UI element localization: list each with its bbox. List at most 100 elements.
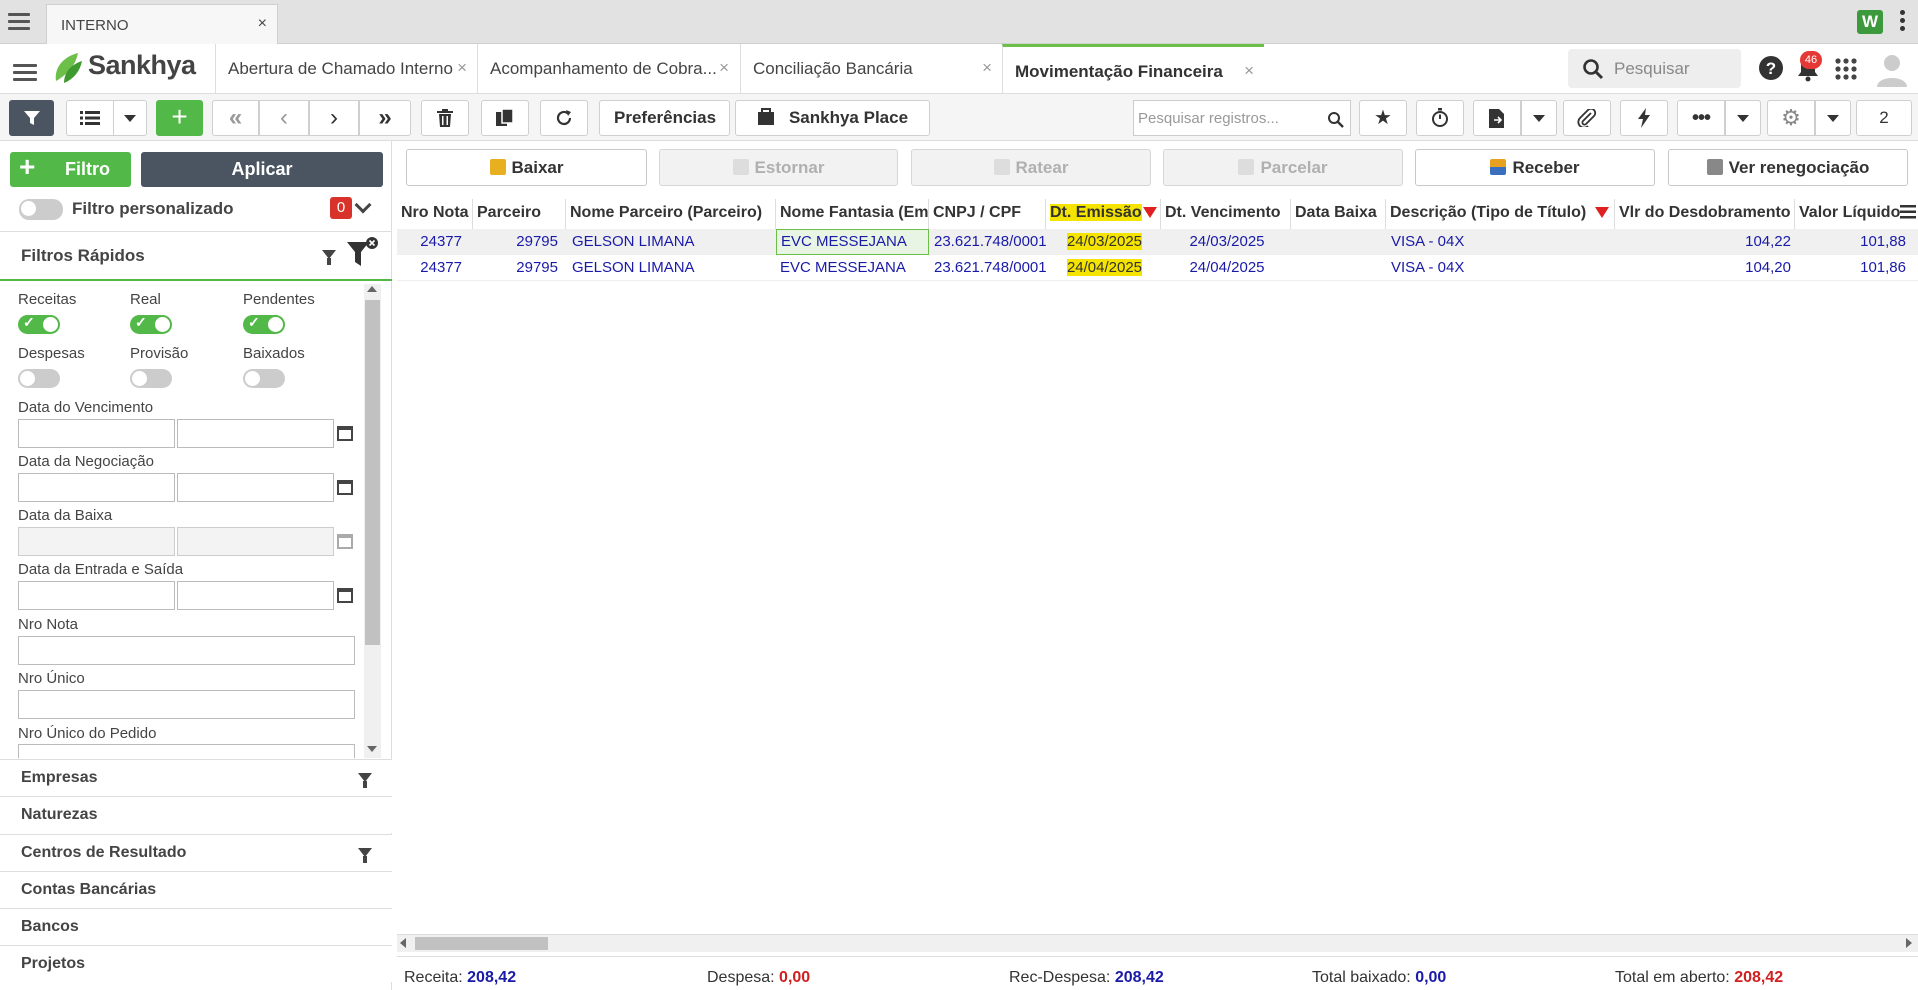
page-number-input[interactable]: 2 (1856, 100, 1912, 136)
cell-dt-vencimento[interactable]: 24/04/2025 (1162, 255, 1292, 281)
sankhya-place-button[interactable]: Sankhya Place (735, 100, 930, 136)
view-dropdown-button[interactable] (113, 100, 147, 136)
duplicate-button[interactable] (481, 100, 529, 136)
browser-menu-icon[interactable] (8, 9, 30, 34)
next-record-button[interactable]: › (309, 100, 359, 136)
grid-scroll-thumb[interactable] (415, 937, 548, 950)
data-entrada-saida-to-input[interactable] (177, 581, 334, 610)
last-record-button[interactable]: » (359, 100, 411, 136)
close-icon[interactable]: × (258, 15, 267, 33)
settings-dropdown[interactable] (1815, 100, 1851, 136)
nro-nota-input[interactable] (18, 636, 355, 665)
clear-filter-icon[interactable] (345, 236, 379, 270)
search-icon[interactable] (1327, 111, 1344, 128)
user-avatar[interactable] (1875, 51, 1909, 87)
close-icon[interactable]: × (982, 58, 992, 78)
nro-unico-input[interactable] (18, 690, 355, 719)
scroll-up-icon[interactable] (367, 286, 377, 292)
export-button[interactable] (1473, 100, 1521, 136)
app-menu-icon[interactable] (13, 60, 37, 85)
attachments-button[interactable] (1563, 100, 1611, 136)
cell-cnpj[interactable]: 23.621.748/0001 (930, 229, 1047, 255)
cell-dt-emissao[interactable]: 24/03/2025 (1047, 229, 1162, 255)
apply-filter-button[interactable]: Aplicar (141, 152, 383, 187)
cell-data-baixa[interactable] (1292, 255, 1387, 281)
more-options-button[interactable]: ••• (1677, 100, 1725, 136)
column-menu-icon[interactable] (1900, 205, 1916, 219)
receber-button[interactable]: Receber (1415, 149, 1655, 186)
cell-descricao[interactable]: VISA - 04X (1387, 229, 1615, 255)
ver-renegociacao-button[interactable]: Ver renegociação (1668, 149, 1908, 186)
more-vertical-icon[interactable] (1900, 10, 1908, 34)
toggle-receitas[interactable]: ✓ (18, 314, 60, 334)
calendar-icon[interactable] (337, 588, 353, 603)
first-record-button[interactable]: « (212, 100, 259, 136)
column-header-dt-vencimento[interactable]: Dt. Vencimento (1161, 199, 1291, 229)
close-icon[interactable]: × (719, 58, 729, 78)
custom-filter-toggle[interactable] (19, 199, 63, 220)
tab-movimentacao-financeira[interactable]: Movimentação Financeira × (1002, 44, 1264, 94)
refresh-button[interactable] (540, 100, 588, 136)
column-header-cnpj-cpf[interactable]: CNPJ / CPF (929, 199, 1046, 229)
list-view-button[interactable] (66, 100, 113, 136)
tab-acompanhamento-cobranca[interactable]: Acompanhamento de Cobra... × (477, 44, 739, 94)
cell-nome-parceiro[interactable]: GELSON LIMANA (568, 229, 776, 255)
section-naturezas[interactable]: Naturezas (0, 796, 392, 833)
cell-valor-liquido[interactable]: 101,86 (1795, 255, 1910, 281)
timer-button[interactable] (1416, 100, 1464, 136)
cell-parceiro[interactable]: 29795 (473, 255, 562, 281)
toggle-provisao[interactable] (130, 369, 172, 388)
apps-grid-icon[interactable] (1835, 58, 1857, 80)
cell-nome-parceiro[interactable]: GELSON LIMANA (568, 255, 776, 281)
cell-cnpj[interactable]: 23.621.748/0001 (930, 255, 1047, 281)
column-header-nome-fantasia[interactable]: Nome Fantasia (Empresa) (776, 199, 929, 229)
data-negociacao-from-input[interactable] (18, 473, 175, 502)
more-options-dropdown[interactable] (1725, 100, 1761, 136)
add-filter-button[interactable]: + Filtro (10, 151, 131, 187)
column-header-valor-liquido[interactable]: Valor Líquido (1795, 199, 1900, 229)
calendar-icon[interactable] (337, 426, 353, 441)
cell-nro-nota[interactable]: 24377 (397, 255, 466, 281)
active-filter-icon[interactable] (1143, 207, 1157, 218)
active-filter-icon[interactable] (1595, 207, 1609, 218)
tab-conciliacao-bancaria[interactable]: Conciliação Bancária × (740, 44, 1002, 94)
favorite-button[interactable]: ★ (1359, 100, 1407, 136)
column-header-nro-nota[interactable]: Nro Nota (397, 199, 473, 229)
table-row[interactable]: 24377 29795 GELSON LIMANA EVC MESSEJANA … (397, 255, 1918, 281)
cell-vlr-desdobramento[interactable]: 104,20 (1615, 255, 1795, 281)
actions-button[interactable] (1620, 100, 1668, 136)
toggle-baixados[interactable] (243, 369, 285, 388)
cell-parceiro[interactable]: 29795 (473, 229, 562, 255)
scroll-right-icon[interactable] (1906, 938, 1912, 948)
extension-logo-icon[interactable]: W (1857, 10, 1883, 34)
data-vencimento-to-input[interactable] (177, 419, 334, 448)
section-contas-bancarias[interactable]: Contas Bancárias (0, 871, 392, 908)
column-header-nome-parceiro[interactable]: Nome Parceiro (Parceiro) (566, 199, 776, 229)
cell-descricao[interactable]: VISA - 04X (1387, 255, 1615, 281)
column-header-descricao[interactable]: Descrição (Tipo de Título) (1386, 199, 1615, 229)
export-dropdown-button[interactable] (1521, 100, 1557, 136)
filter-icon[interactable] (322, 250, 336, 265)
data-negociacao-to-input[interactable] (177, 473, 334, 502)
add-record-button[interactable]: + (156, 100, 203, 136)
close-icon[interactable]: × (1244, 61, 1254, 81)
column-header-data-baixa[interactable]: Data Baixa (1291, 199, 1386, 229)
scroll-left-icon[interactable] (400, 938, 406, 948)
previous-record-button[interactable]: ‹ (259, 100, 309, 136)
toggle-despesas[interactable] (18, 369, 60, 388)
cell-dt-vencimento[interactable]: 24/03/2025 (1162, 229, 1292, 255)
preferencias-button[interactable]: Preferências (599, 100, 730, 136)
data-vencimento-from-input[interactable] (18, 419, 175, 448)
section-centros-resultado[interactable]: Centros de Resultado (0, 834, 392, 871)
data-entrada-saida-from-input[interactable] (18, 581, 175, 610)
cell-dt-emissao[interactable]: 24/04/2025 (1047, 255, 1162, 281)
cell-vlr-desdobramento[interactable]: 104,22 (1615, 229, 1795, 255)
records-search-input[interactable]: Pesquisar registros... (1133, 100, 1351, 136)
cell-nro-nota[interactable]: 24377 (397, 229, 466, 255)
section-empresas[interactable]: Empresas (0, 759, 392, 796)
cell-valor-liquido[interactable]: 101,88 (1795, 229, 1910, 255)
scroll-down-icon[interactable] (367, 746, 377, 752)
browser-tab[interactable]: INTERNO × (46, 4, 278, 44)
toggle-real[interactable]: ✓ (130, 314, 172, 334)
global-search-input[interactable]: Pesquisar (1568, 49, 1741, 88)
